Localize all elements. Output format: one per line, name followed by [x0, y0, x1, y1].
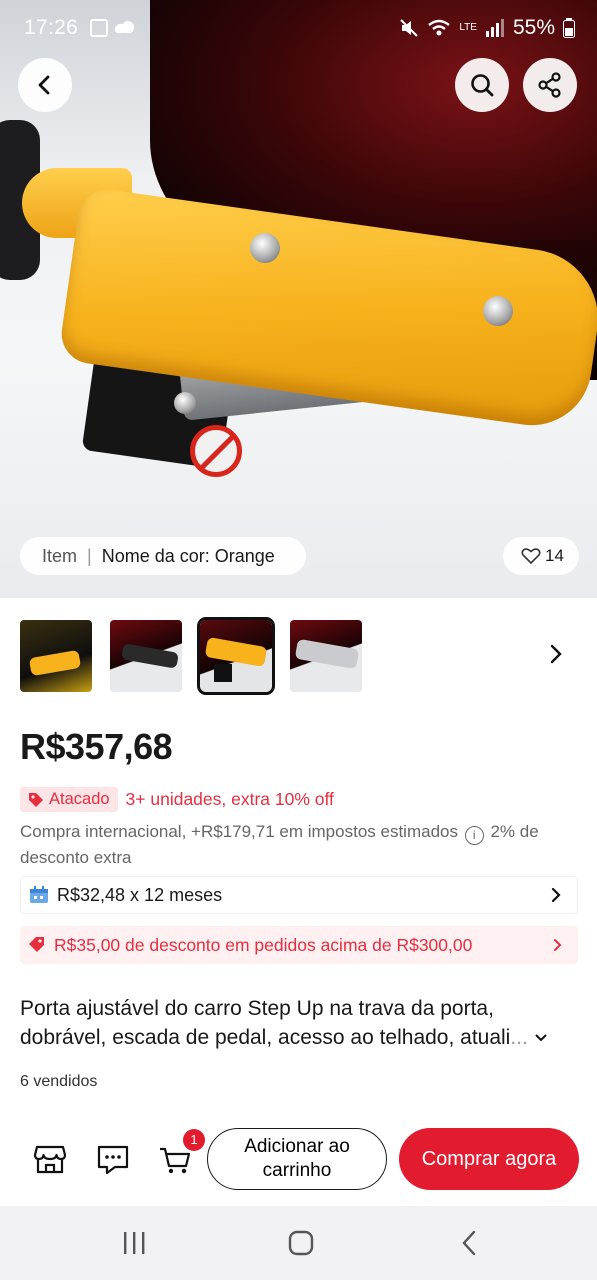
- search-icon: [471, 74, 494, 97]
- signal-icon: [485, 19, 504, 37]
- thumb-pedal-shape: [204, 636, 268, 668]
- store-icon: [33, 1145, 67, 1174]
- thumbnail-item[interactable]: [20, 620, 92, 692]
- system-back-button[interactable]: [449, 1228, 489, 1258]
- chevron-right-icon: [551, 887, 561, 903]
- expand-chevron-icon[interactable]: [534, 1033, 548, 1043]
- heart-icon: [521, 548, 541, 565]
- discount-row[interactable]: R$35,00 de desconto em pedidos acima de …: [20, 926, 578, 964]
- calendar-icon: [30, 886, 48, 903]
- thumb-pedal-shape: [28, 649, 82, 677]
- search-button[interactable]: [455, 58, 509, 112]
- wifi-icon: [428, 19, 451, 36]
- wishlist-button[interactable]: 14: [503, 537, 579, 575]
- bolt-shape: [483, 296, 513, 326]
- cart-badge: 1: [183, 1129, 205, 1151]
- mute-icon: [400, 19, 419, 37]
- variant-chip[interactable]: Item | Nome da cor: Orange: [20, 537, 306, 575]
- variant-label: Item: [42, 545, 78, 566]
- wholesale-tag-label: Atacado: [49, 790, 110, 808]
- price: R$357,68: [20, 726, 173, 767]
- wholesale-tag: Atacado: [20, 787, 118, 812]
- sold-count: 6 vendidos: [20, 1073, 98, 1090]
- battery-percent: 55%: [512, 16, 555, 39]
- home-button[interactable]: [281, 1228, 321, 1258]
- product-title[interactable]: Porta ajustável do carro Step Up na trav…: [20, 994, 580, 1052]
- no-sign-shape: [190, 425, 242, 477]
- divider: |: [87, 545, 92, 566]
- thumb-mount-shape: [214, 664, 232, 682]
- wholesale-promo: Atacado 3+ unidades, extra 10% off: [20, 787, 334, 812]
- discount-text: R$35,00 de desconto em pedidos acima de …: [54, 934, 473, 955]
- system-nav-bar: [0, 1206, 597, 1280]
- thumbnail-item[interactable]: [110, 620, 182, 692]
- product-title-text: Porta ajustável do carro Step Up na trav…: [20, 997, 511, 1049]
- share-button[interactable]: [523, 58, 577, 112]
- thumbnail-next-button[interactable]: [546, 641, 566, 667]
- coupon-icon: [29, 937, 44, 952]
- title-ellipsis: ...: [510, 1026, 528, 1049]
- thumbnail-strip: [20, 617, 362, 695]
- add-to-cart-button[interactable]: Adicionar ao carrinho: [207, 1128, 387, 1190]
- chat-button[interactable]: [95, 1141, 131, 1177]
- chevron-right-icon: [554, 939, 562, 951]
- international-info: Compra internacional, +R$179,71 em impos…: [20, 819, 580, 870]
- thumb-pedal-shape: [121, 643, 179, 669]
- system-back-icon: [462, 1230, 476, 1256]
- notification-icons: [90, 19, 136, 37]
- bolt-shape: [174, 392, 196, 414]
- color-label: Nome da cor: Orange: [101, 545, 275, 566]
- status-right: LTE 55%: [399, 16, 575, 40]
- info-icon[interactable]: i: [464, 826, 484, 845]
- price-tag-icon: [29, 792, 43, 807]
- thumb-pedal-shape: [294, 638, 360, 670]
- cloud-icon: [114, 20, 135, 34]
- buy-now-button[interactable]: Comprar agora: [399, 1128, 579, 1190]
- recent-apps-button[interactable]: [114, 1228, 154, 1258]
- lte-indicator: LTE: [459, 22, 477, 33]
- installments-text: R$32,48 x 12 meses: [57, 884, 223, 905]
- store-button[interactable]: [32, 1141, 68, 1177]
- installments-row[interactable]: R$32,48 x 12 meses: [20, 876, 578, 914]
- back-button[interactable]: [18, 58, 72, 112]
- international-text: Compra internacional, +R$179,71 em impos…: [20, 822, 458, 841]
- battery-icon: [563, 18, 575, 38]
- status-time: 17:26: [24, 16, 79, 39]
- home-icon: [288, 1230, 314, 1256]
- recent-apps-icon: [124, 1232, 145, 1254]
- wholesale-text: 3+ unidades, extra 10% off: [125, 789, 334, 809]
- thumbnail-item-selected[interactable]: [197, 617, 275, 695]
- thumbnail-item[interactable]: [290, 620, 362, 692]
- chevron-right-icon: [550, 644, 562, 664]
- gallery-icon: [90, 19, 109, 37]
- status-bar: 17:26 LTE 55%: [0, 0, 597, 56]
- likes-count: 14: [545, 546, 564, 565]
- chat-icon: [97, 1145, 129, 1175]
- bolt-shape: [250, 233, 280, 263]
- share-icon: [538, 72, 561, 98]
- back-arrow-icon: [38, 75, 50, 95]
